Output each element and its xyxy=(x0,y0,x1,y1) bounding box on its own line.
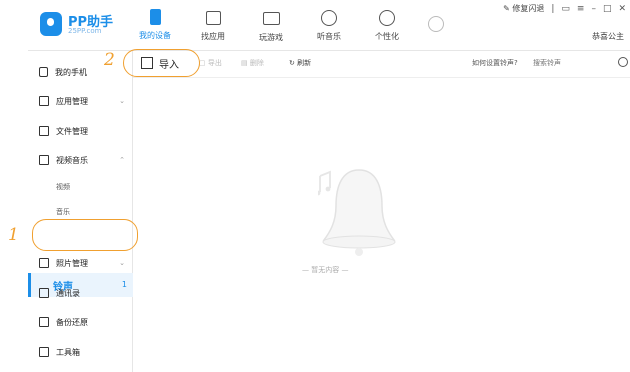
wrench-icon: ✎ xyxy=(503,4,510,13)
download-icon xyxy=(428,16,444,32)
refresh-button[interactable]: ↻ 刷新 xyxy=(289,58,311,68)
nav-games[interactable]: 玩游戏 xyxy=(242,4,300,48)
export-icon: ▢ xyxy=(199,59,206,67)
backup-icon xyxy=(39,317,49,327)
app-subtitle: 25PP.com xyxy=(68,27,102,35)
chevron-up-icon: ⌃ xyxy=(119,156,125,164)
nav-label: 我的设备 xyxy=(139,31,171,40)
nav-label: 听音乐 xyxy=(317,32,341,41)
nav-label: 玩游戏 xyxy=(259,33,283,42)
nav-music[interactable]: 听音乐 xyxy=(300,4,358,48)
refresh-icon: ↻ xyxy=(289,59,295,67)
disc-icon xyxy=(321,10,337,26)
sidebar-item-video-music[interactable]: 视频音乐 ⌃ xyxy=(28,149,132,171)
menu-icon[interactable]: ≡ xyxy=(577,4,585,14)
photo-icon xyxy=(39,258,49,268)
sidebar-item-label: 我的手机 xyxy=(55,67,87,77)
video-icon xyxy=(39,155,49,165)
import-icon xyxy=(141,57,153,69)
repair-crash-button[interactable]: ✎ 修复闪退 xyxy=(503,3,544,14)
sidebar-item-file-manager[interactable]: 文件管理 xyxy=(28,120,132,142)
user-name[interactable]: 恭喜公主 xyxy=(592,31,624,42)
download-button[interactable] xyxy=(416,4,456,48)
sidebar-subitem-video[interactable]: 视频 xyxy=(56,182,70,192)
sidebar-item-contacts[interactable]: 通讯录 xyxy=(28,282,132,304)
sidebar-item-label: 应用管理 xyxy=(56,96,88,106)
phone-icon xyxy=(39,67,48,77)
export-label: 导出 xyxy=(207,59,222,67)
delete-label: 删除 xyxy=(249,59,264,67)
sidebar-item-label: 备份还原 xyxy=(56,317,88,327)
sidebar-item-app-manager[interactable]: 应用管理 ⌄ xyxy=(28,90,132,112)
delete-button[interactable]: ▤ 删除 xyxy=(241,58,264,68)
nav-label: 个性化 xyxy=(375,32,399,41)
contacts-icon xyxy=(39,288,49,298)
help-link[interactable]: 如何设置铃声? xyxy=(472,58,518,68)
sidebar-item-backup[interactable]: 备份还原 xyxy=(28,311,132,333)
close-icon[interactable]: ✕ xyxy=(618,4,626,14)
sidebar-item-my-phone[interactable]: 我的手机 xyxy=(28,61,132,83)
empty-state-text: — 暂无内容 — xyxy=(302,266,349,274)
window-controls: ✎ 修复闪退 | ▭ ≡ – □ ✕ xyxy=(503,3,626,14)
trash-icon: ▤ xyxy=(241,59,248,67)
sidebar-item-toolbox[interactable]: 工具箱 xyxy=(28,341,132,363)
sidebar-item-photo-manager[interactable]: 照片管理 ⌄ xyxy=(28,252,132,274)
maximize-icon[interactable]: □ xyxy=(603,4,612,14)
step-2-number: 2 xyxy=(104,50,115,70)
content-toolbar: 导入 ▢ 导出 ▤ 删除 ↻ 刷新 如何设置铃声? xyxy=(133,51,630,78)
shopping-bag-icon xyxy=(205,11,221,25)
gamepad-icon xyxy=(262,12,280,25)
toolbox-icon xyxy=(39,347,49,357)
sidebar-subitem-music[interactable]: 音乐 xyxy=(56,207,70,217)
search-input[interactable] xyxy=(533,55,627,71)
repair-label: 修复闪退 xyxy=(512,4,545,13)
phone-icon xyxy=(149,9,161,25)
apps-grid-icon xyxy=(39,96,49,106)
sidebar-item-label: 工具箱 xyxy=(56,347,80,357)
import-button[interactable]: 导入 xyxy=(141,53,179,73)
screen-left-gutter xyxy=(0,0,28,372)
pp-logo-icon xyxy=(40,12,62,36)
search-icon[interactable] xyxy=(618,57,628,67)
minimize-icon[interactable]: – xyxy=(591,4,596,14)
app-logo: PP助手 25PP.com xyxy=(40,10,130,40)
nav-label: 找应用 xyxy=(201,32,225,41)
divider: | xyxy=(551,3,555,14)
export-button[interactable]: ▢ 导出 xyxy=(199,58,222,68)
chevron-down-icon: ⌄ xyxy=(119,97,125,105)
sidebar-item-label: 文件管理 xyxy=(56,126,88,136)
sidebar: 我的手机 应用管理 ⌄ 文件管理 视频音乐 ⌃ 视频 音乐 铃声 1 照片管理 … xyxy=(28,51,133,372)
folder-icon xyxy=(39,126,49,136)
top-bar: PP助手 25PP.com 我的设备 找应用 玩游戏 听音乐 个性化 ✎ 修复闪… xyxy=(28,0,630,51)
bell-empty-icon xyxy=(318,169,396,256)
smile-icon xyxy=(379,10,395,26)
refresh-label: 刷新 xyxy=(297,59,312,67)
sidebar-item-label: 视频音乐 xyxy=(56,155,88,165)
sidebar-item-label: 照片管理 xyxy=(56,258,88,268)
nav-find-apps[interactable]: 找应用 xyxy=(184,4,242,48)
chevron-down-icon: ⌄ xyxy=(119,259,125,267)
feedback-icon[interactable]: ▭ xyxy=(561,4,570,14)
sidebar-item-label: 通讯录 xyxy=(56,288,80,298)
nav-personalize[interactable]: 个性化 xyxy=(358,4,416,48)
step-1-number: 1 xyxy=(8,225,19,245)
main-nav: 我的设备 找应用 玩游戏 听音乐 个性化 xyxy=(126,4,456,48)
import-label: 导入 xyxy=(159,59,179,71)
nav-my-device[interactable]: 我的设备 xyxy=(126,4,184,48)
